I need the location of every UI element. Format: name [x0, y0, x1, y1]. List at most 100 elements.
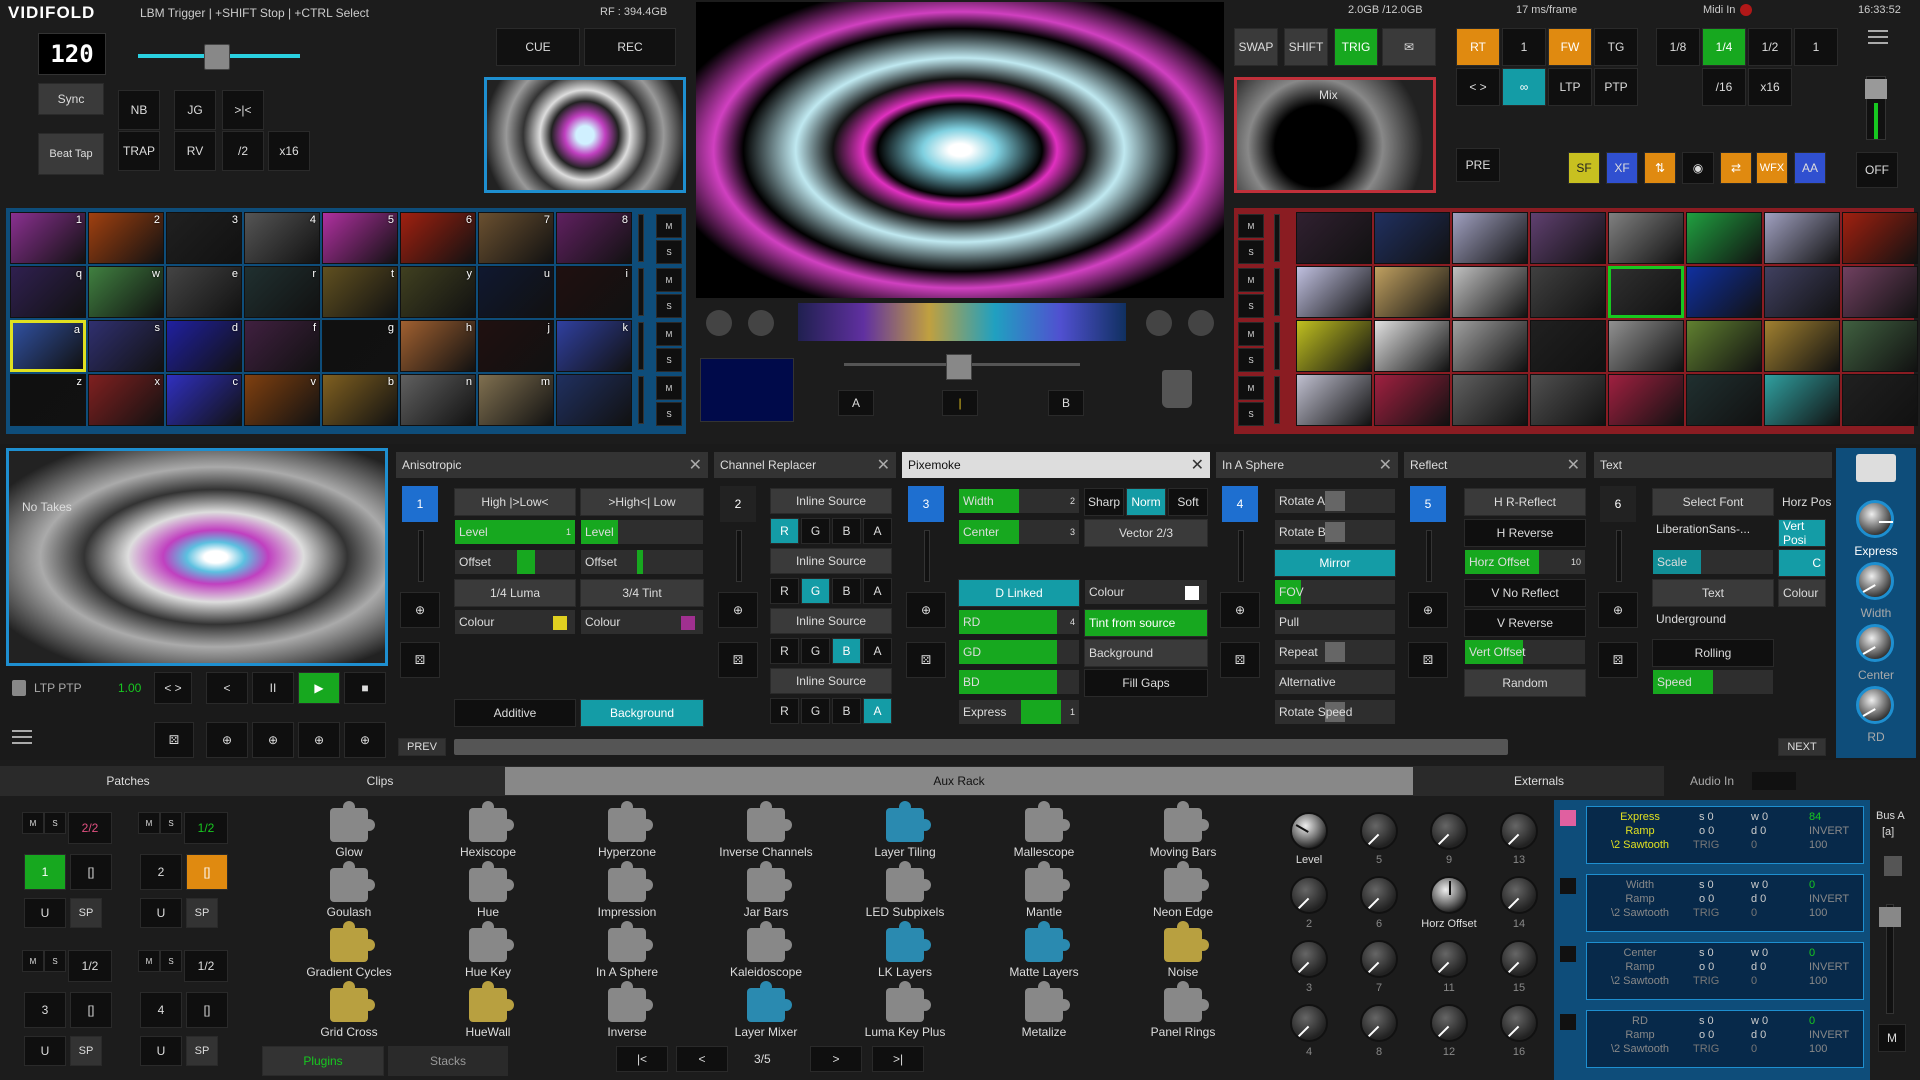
patch-s-button[interactable]: S [44, 950, 66, 972]
cue-preview[interactable] [484, 77, 686, 193]
trig-button[interactable]: TRIG [1334, 28, 1378, 66]
speed-value[interactable]: 1.00 [118, 681, 141, 695]
cut-button[interactable]: >|< [222, 90, 264, 130]
clip-slot[interactable]: z [10, 374, 86, 426]
clip-slot[interactable] [1374, 320, 1450, 372]
plugin-item[interactable]: Layer Tiling [835, 801, 975, 859]
channel-g-button[interactable]: G [801, 638, 830, 664]
v-no-reflect-button[interactable]: V No Reflect [1464, 579, 1586, 607]
puzzle-icon[interactable] [1856, 454, 1896, 482]
channel-g-button[interactable]: G [801, 578, 830, 604]
patch-sp-button[interactable]: SP [70, 1036, 102, 1066]
left-solo-button[interactable]: S [656, 348, 682, 372]
fx-in-a-sphere-title[interactable]: In A Sphere ✕ [1216, 452, 1398, 478]
clip-slot[interactable]: k [556, 320, 632, 372]
clip-slot[interactable] [1686, 266, 1762, 318]
rv-button[interactable]: RV [174, 131, 216, 171]
horz-pos-label[interactable]: Horz Pos [1782, 495, 1831, 509]
eighth-button[interactable]: 1/8 [1656, 28, 1700, 66]
fx-pixemoke-title[interactable]: Pixemoke ✕ [902, 452, 1210, 478]
tint-button[interactable]: 3/4 Tint [580, 579, 704, 607]
v-reverse-button[interactable]: V Reverse [1464, 609, 1586, 637]
clip-slot[interactable]: r [244, 266, 320, 318]
layer-fx-icon-1[interactable]: ⊕ [206, 722, 248, 758]
fx-text-title[interactable]: Text [1594, 452, 1832, 478]
patch-count[interactable]: 1/2 [184, 812, 228, 844]
rack-knob[interactable] [1290, 940, 1328, 978]
patch-m-button[interactable]: M [138, 812, 160, 834]
clip-slot[interactable]: v [244, 374, 320, 426]
div16-button[interactable]: /16 [1702, 68, 1746, 106]
plugin-item[interactable]: Jar Bars [696, 861, 836, 919]
plugin-item[interactable]: LED Subpixels [835, 861, 975, 919]
plugin-item[interactable]: Hue [418, 861, 558, 919]
ltp-button[interactable]: LTP [1548, 68, 1592, 106]
modulator-knob[interactable] [1856, 624, 1894, 662]
plugin-item[interactable]: Moving Bars [1113, 801, 1253, 859]
right-mute-button[interactable]: M [1238, 268, 1264, 292]
clip-slot[interactable]: j [478, 320, 554, 372]
patch-link-button[interactable]: [] [186, 992, 228, 1028]
channel-b-button[interactable]: B [832, 518, 861, 544]
patch-number-button[interactable]: 2 [140, 854, 182, 890]
shift-button[interactable]: SHIFT [1284, 28, 1328, 66]
master-fader[interactable] [1865, 76, 1887, 140]
c-button[interactable]: C [1778, 549, 1826, 577]
vert-pos-slider[interactable]: Vert Posi [1778, 519, 1826, 547]
patch-m-button[interactable]: M [138, 950, 160, 972]
ltp-ptp-label[interactable]: LTP PTP [34, 681, 82, 695]
modulator-slot[interactable]: Center Ramp \2 Sawtooth s 0 o 0 TRIG w 0… [1586, 942, 1864, 1000]
clip-slot[interactable] [1296, 212, 1372, 264]
fx-channel-replacer-bypass-icon[interactable]: ⊕ [718, 592, 758, 628]
patch-s-button[interactable]: S [44, 812, 66, 834]
colour2-picker[interactable]: Colour [580, 609, 704, 635]
patch-m-button[interactable]: M [22, 950, 44, 972]
lock-icon[interactable] [12, 680, 26, 696]
center-slider[interactable]: Center 3 [958, 519, 1080, 545]
plugin-item[interactable]: Glow [279, 801, 419, 859]
aa-button[interactable]: AA [1794, 152, 1826, 184]
plugin-item[interactable]: Impression [557, 861, 697, 919]
random-button[interactable]: Random [1464, 669, 1586, 697]
rack-knob[interactable] [1430, 940, 1468, 978]
plugin-item[interactable]: Neon Edge [1113, 861, 1253, 919]
clip-slot[interactable] [1296, 266, 1372, 318]
modulator-knob[interactable] [1856, 686, 1894, 724]
layer-fx-icon-3[interactable]: ⊕ [298, 722, 340, 758]
beat-tap-button[interactable]: Beat Tap [38, 133, 104, 175]
level-slider[interactable]: Level 1 [454, 519, 576, 545]
clip-slot[interactable] [1842, 266, 1918, 318]
fx-reflect-dice-icon[interactable]: ⚄ [1408, 642, 1448, 678]
fx-reflect-bypass-icon[interactable]: ⊕ [1408, 592, 1448, 628]
rack-knob[interactable] [1430, 876, 1468, 914]
plugin-item[interactable]: Goulash [279, 861, 419, 919]
rack-knob[interactable] [1290, 812, 1328, 850]
clip-slot[interactable] [1686, 320, 1762, 372]
pause-button[interactable]: II [252, 672, 294, 704]
fx-in-a-sphere-bypass-icon[interactable]: ⊕ [1220, 592, 1260, 628]
plugin-item[interactable]: Mallescope [974, 801, 1114, 859]
modulator-toggle[interactable] [1560, 878, 1576, 894]
hamburger-icon[interactable] [12, 730, 32, 744]
quarter-button[interactable]: 1/4 [1702, 28, 1746, 66]
fx-pixemoke-channel[interactable]: 3 [908, 486, 944, 522]
gd-slider[interactable]: GD [958, 639, 1080, 665]
bus-lock-icon[interactable] [1884, 856, 1902, 876]
clip-slot[interactable]: n [400, 374, 476, 426]
fx-text-channel[interactable]: 6 [1600, 486, 1636, 522]
channel-r-button[interactable]: R [770, 638, 799, 664]
output-left-icon[interactable] [706, 310, 732, 336]
rack-knob[interactable] [1500, 1004, 1538, 1042]
swap-button[interactable]: SWAP [1234, 28, 1278, 66]
pixemoke-colour-picker[interactable]: Colour [1084, 579, 1208, 605]
tab-clips[interactable]: Clips [256, 766, 504, 796]
cue-button[interactable]: CUE [496, 28, 580, 66]
modulator-slot[interactable]: Width Ramp \2 Sawtooth s 0 o 0 TRIG w 0 … [1586, 874, 1864, 932]
rotate-b-slider[interactable]: Rotate B [1274, 519, 1396, 545]
left-layer-fader[interactable] [638, 268, 644, 316]
inline-source-button[interactable]: Inline Source [770, 668, 892, 694]
tab-aux-rack[interactable]: Aux Rack [504, 766, 1414, 796]
layer-fx-icon-2[interactable]: ⊕ [252, 722, 294, 758]
fw-button[interactable]: FW [1548, 28, 1592, 66]
tg-button[interactable]: TG [1594, 28, 1638, 66]
